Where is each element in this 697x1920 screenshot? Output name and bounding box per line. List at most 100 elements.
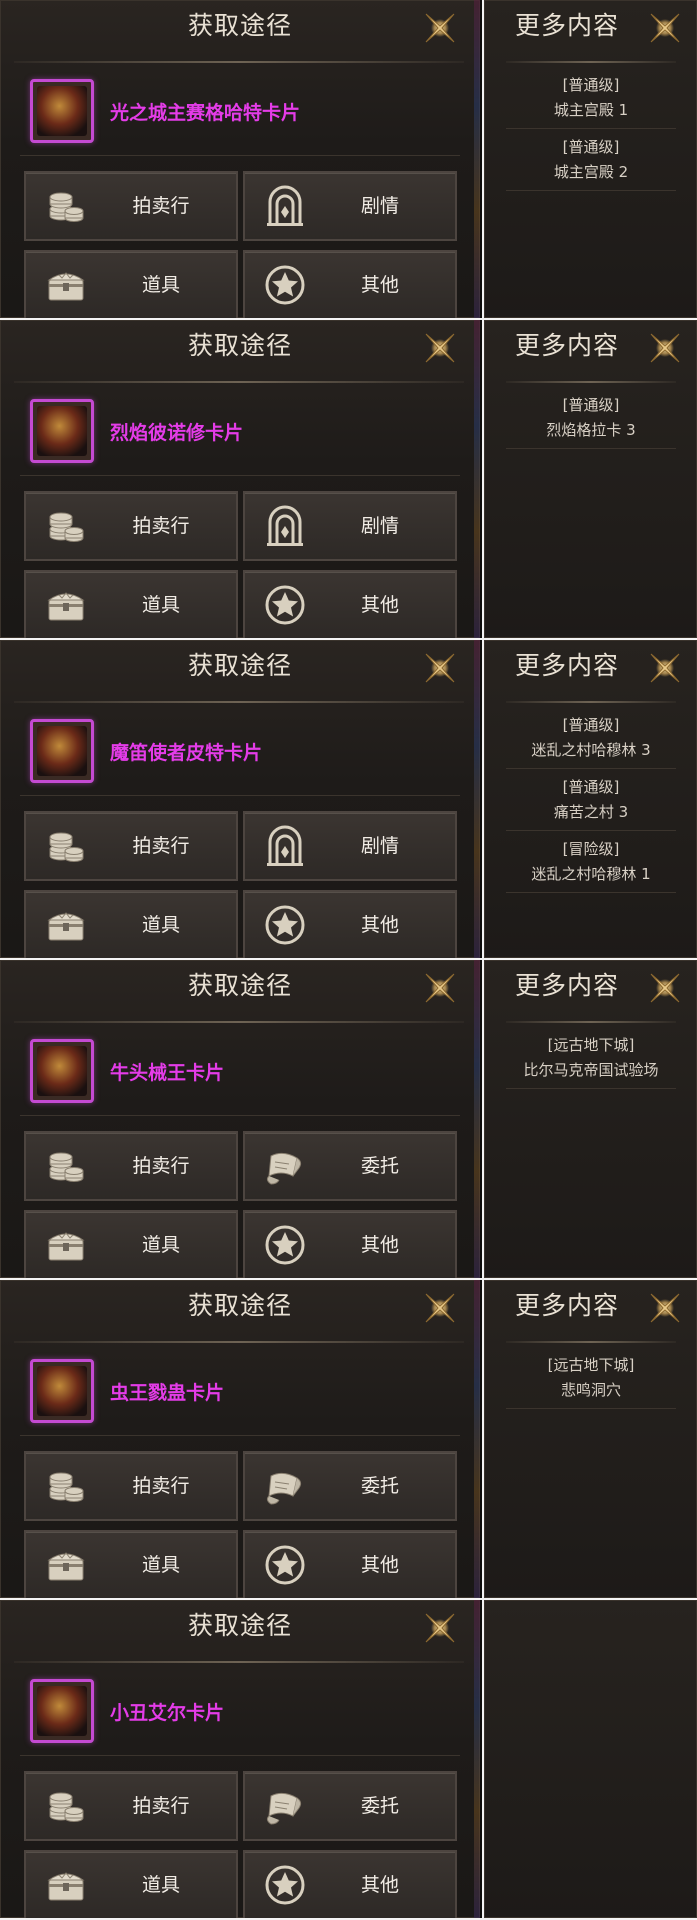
stage-list: [普通级] 城主宫殿 1 [普通级] 城主宫殿 2 — [484, 0, 697, 318]
more-content-panel: 更多内容 [远古地下城] 悲鸣洞穴 — [484, 1280, 697, 1598]
source-button[interactable]: 拍卖行 — [24, 171, 238, 241]
source-button[interactable]: 道具 — [24, 1850, 238, 1918]
stage-list: [普通级] 烈焰格拉卡 3 — [484, 320, 697, 638]
stage-level: [普通级] — [562, 396, 620, 414]
source-button-label: 拍卖行 — [132, 515, 190, 537]
source-button[interactable]: 其他 — [243, 1210, 457, 1278]
source-button[interactable]: 委托 — [243, 1771, 457, 1841]
source-button[interactable]: 道具 — [24, 1210, 238, 1278]
source-button-label: 拍卖行 — [132, 1795, 190, 1817]
chest-icon — [44, 1863, 88, 1907]
stage-level: [冒险级] — [562, 840, 620, 858]
card-portrait-icon[interactable] — [30, 1679, 94, 1743]
card-row: 光之城主赛格哈特卡片 — [30, 76, 450, 146]
source-button-label: 道具 — [141, 594, 180, 616]
title-divider — [14, 701, 464, 703]
close-icon[interactable] — [420, 1608, 460, 1648]
card-portrait-icon[interactable] — [30, 1039, 94, 1103]
card-name: 牛头械王卡片 — [110, 1061, 225, 1084]
stage-entry[interactable]: [普通级] 城主宫殿 2 — [506, 130, 676, 191]
source-button[interactable]: 剧情 — [243, 171, 457, 241]
stage-name: 迷乱之村哈穆林 3 — [531, 741, 651, 759]
card-portrait-icon[interactable] — [30, 399, 94, 463]
source-button[interactable]: 剧情 — [243, 491, 457, 561]
panel-title: 获取途径 — [187, 1611, 292, 1640]
source-button[interactable]: 委托 — [243, 1451, 457, 1521]
chest-icon — [44, 1223, 88, 1267]
source-button[interactable]: 拍卖行 — [24, 1131, 238, 1201]
card-portrait-icon[interactable] — [30, 79, 94, 143]
acquire-panel: 获取途径 牛头械王卡片 拍卖行 委托 道具 其他 更多内容 [远古地下城] 比尔… — [0, 960, 697, 1278]
close-icon[interactable] — [420, 8, 460, 48]
source-button[interactable]: 道具 — [24, 570, 238, 638]
panel-title: 获取途径 — [187, 651, 292, 680]
stage-list: [普通级] 迷乱之村哈穆林 3 [普通级] 痛苦之村 3 [冒险级] 迷乱之村哈… — [484, 640, 697, 958]
star-icon — [263, 1863, 307, 1907]
source-button-label: 道具 — [141, 274, 180, 296]
acquire-main-panel: 获取途径 光之城主赛格哈特卡片 拍卖行 剧情 道具 其他 — [0, 0, 482, 318]
title-divider — [14, 1341, 464, 1343]
stage-level: [普通级] — [562, 76, 620, 94]
gate-icon — [263, 504, 307, 548]
source-button[interactable]: 其他 — [243, 1530, 457, 1598]
source-button[interactable]: 道具 — [24, 250, 238, 318]
card-portrait-icon[interactable] — [30, 1359, 94, 1423]
card-row: 虫王戮蛊卡片 — [30, 1356, 450, 1426]
card-row: 烈焰彼诺修卡片 — [30, 396, 450, 466]
star-icon — [263, 263, 307, 307]
more-content-panel: 更多内容 [普通级] 城主宫殿 1 [普通级] 城主宫殿 2 — [484, 0, 697, 318]
close-icon[interactable] — [420, 1288, 460, 1328]
source-button[interactable]: 拍卖行 — [24, 1451, 238, 1521]
source-button[interactable]: 其他 — [243, 1850, 457, 1918]
stage-entry[interactable]: [普通级] 烈焰格拉卡 3 — [506, 388, 676, 449]
card-portrait-icon[interactable] — [30, 719, 94, 783]
chest-icon — [44, 903, 88, 947]
acquire-main-panel: 获取途径 烈焰彼诺修卡片 拍卖行 剧情 道具 其他 — [0, 320, 482, 638]
coins-icon — [44, 824, 88, 868]
acquire-main-panel: 获取途径 虫王戮蛊卡片 拍卖行 委托 道具 其他 — [0, 1280, 482, 1598]
source-button-label: 拍卖行 — [132, 835, 190, 857]
stage-level: [远古地下城] — [547, 1356, 635, 1374]
source-button[interactable]: 其他 — [243, 890, 457, 958]
source-button[interactable]: 拍卖行 — [24, 1771, 238, 1841]
stage-entry[interactable]: [冒险级] 迷乱之村哈穆林 1 — [506, 832, 676, 893]
more-content-panel: 更多内容 [普通级] 迷乱之村哈穆林 3 [普通级] 痛苦之村 3 [冒险级] … — [484, 640, 697, 958]
source-button[interactable]: 拍卖行 — [24, 491, 238, 561]
source-button-label: 其他 — [360, 1554, 399, 1576]
stage-name: 痛苦之村 3 — [553, 803, 629, 821]
close-icon[interactable] — [420, 968, 460, 1008]
source-button-label: 剧情 — [360, 195, 399, 217]
more-content-panel: 更多内容 [普通级] 烈焰格拉卡 3 — [484, 320, 697, 638]
stage-entry[interactable]: [普通级] 城主宫殿 1 — [506, 68, 676, 129]
title-divider — [14, 381, 464, 383]
chest-icon — [44, 583, 88, 627]
stage-entry[interactable]: [远古地下城] 比尔马克帝国试验场 — [506, 1028, 676, 1089]
source-button[interactable]: 道具 — [24, 890, 238, 958]
source-button-label: 其他 — [360, 1234, 399, 1256]
acquire-main-panel: 获取途径 牛头械王卡片 拍卖行 委托 道具 其他 — [0, 960, 482, 1278]
source-button-label: 道具 — [141, 1874, 180, 1896]
close-icon[interactable] — [420, 648, 460, 688]
source-button[interactable]: 剧情 — [243, 811, 457, 881]
divider — [20, 1115, 460, 1116]
source-button[interactable]: 道具 — [24, 1530, 238, 1598]
source-button-label: 其他 — [360, 274, 399, 296]
stage-entry[interactable]: [普通级] 迷乱之村哈穆林 3 — [506, 708, 676, 769]
coins-icon — [44, 1464, 88, 1508]
source-button[interactable]: 委托 — [243, 1131, 457, 1201]
card-name: 烈焰彼诺修卡片 — [110, 421, 244, 444]
source-button-label: 剧情 — [360, 835, 399, 857]
close-icon[interactable] — [420, 328, 460, 368]
stage-entry[interactable]: [远古地下城] 悲鸣洞穴 — [506, 1348, 676, 1409]
star-icon — [263, 1543, 307, 1587]
card-name: 虫王戮蛊卡片 — [110, 1381, 225, 1404]
stage-entry[interactable]: [普通级] 痛苦之村 3 — [506, 770, 676, 831]
stage-name: 城主宫殿 2 — [553, 163, 629, 181]
divider — [20, 475, 460, 476]
coins-icon — [44, 504, 88, 548]
source-button[interactable]: 拍卖行 — [24, 811, 238, 881]
source-button-label: 道具 — [141, 914, 180, 936]
source-button[interactable]: 其他 — [243, 250, 457, 318]
source-button[interactable]: 其他 — [243, 570, 457, 638]
chest-icon — [44, 263, 88, 307]
